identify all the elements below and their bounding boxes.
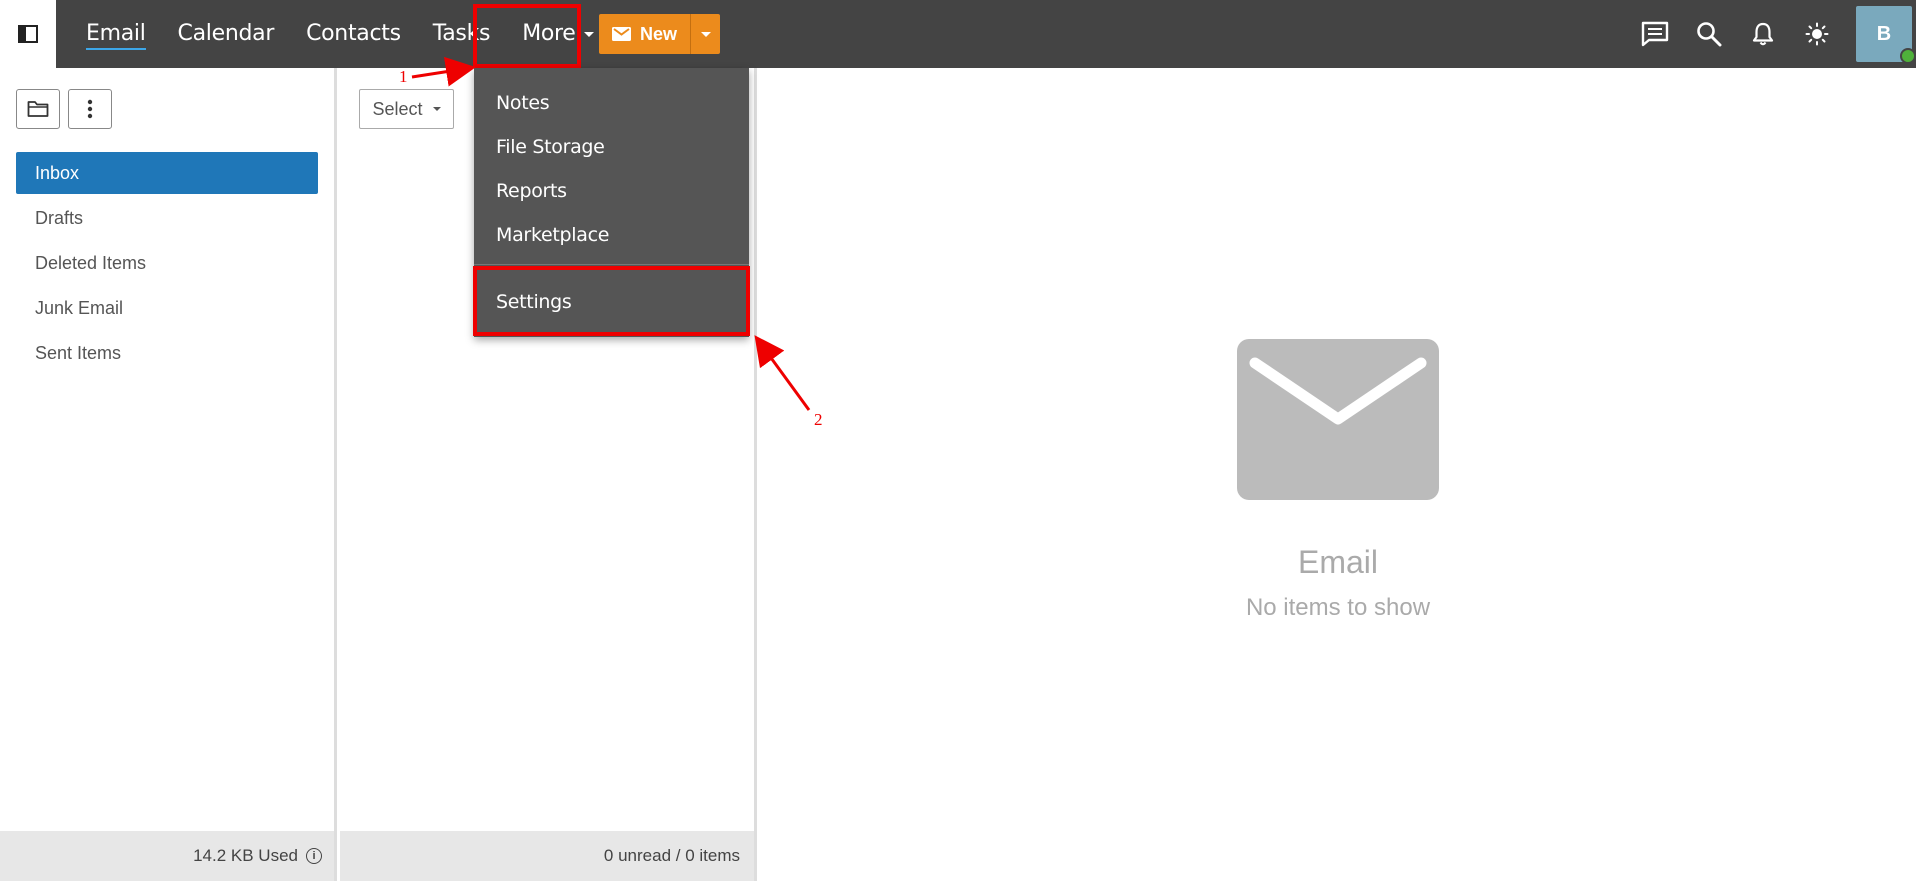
theme-toggle-button[interactable] bbox=[1790, 0, 1844, 68]
user-avatar[interactable]: B bbox=[1856, 6, 1916, 64]
sidebar-toggle-button[interactable] bbox=[0, 0, 56, 68]
folder-view-button[interactable] bbox=[16, 89, 60, 129]
folder-icon bbox=[27, 101, 49, 117]
nav-contacts[interactable]: Contacts bbox=[290, 0, 417, 68]
menu-item-marketplace[interactable]: Marketplace bbox=[496, 224, 609, 246]
annotation-arrow-2 bbox=[754, 335, 811, 411]
search-icon bbox=[1697, 22, 1722, 47]
new-options-button[interactable] bbox=[690, 14, 720, 54]
folder-drafts[interactable]: Drafts bbox=[16, 197, 318, 239]
nav-tasks[interactable]: Tasks bbox=[417, 0, 506, 68]
folder-sent-items[interactable]: Sent Items bbox=[16, 332, 318, 374]
select-dropdown[interactable]: Select bbox=[359, 89, 454, 129]
chevron-down-icon bbox=[700, 31, 711, 37]
envelope-icon bbox=[611, 27, 631, 41]
menu-item-file-storage[interactable]: File Storage bbox=[496, 136, 605, 158]
menu-item-settings[interactable]: Settings bbox=[496, 291, 572, 313]
new-email-button[interactable]: New bbox=[599, 14, 690, 54]
folder-junk-email[interactable]: Junk Email bbox=[16, 287, 318, 329]
empty-state-title: Email bbox=[1297, 544, 1378, 580]
notifications-button[interactable] bbox=[1736, 0, 1790, 68]
more-dropdown-menu: Notes File Storage Reports Marketplace S… bbox=[474, 68, 749, 337]
message-count-footer: 0 unread / 0 items bbox=[340, 831, 754, 881]
menu-divider bbox=[474, 264, 749, 265]
chevron-down-icon bbox=[432, 107, 441, 111]
bell-icon bbox=[1752, 22, 1774, 46]
new-button-group: New bbox=[599, 14, 720, 54]
top-right-icons: B bbox=[1628, 0, 1916, 68]
sun-icon bbox=[1805, 22, 1829, 46]
folder-deleted-items[interactable]: Deleted Items bbox=[16, 242, 318, 284]
menu-item-reports[interactable]: Reports bbox=[496, 180, 567, 202]
nav-email[interactable]: Email bbox=[70, 0, 162, 68]
presence-indicator bbox=[1900, 48, 1916, 64]
folder-list: Inbox Drafts Deleted Items Junk Email Se… bbox=[16, 152, 318, 377]
unread-count-text: 0 unread / 0 items bbox=[603, 846, 740, 865]
select-label: Select bbox=[372, 98, 423, 119]
empty-envelope-icon bbox=[1237, 339, 1439, 500]
folder-options-button[interactable] bbox=[68, 89, 112, 129]
nav-more-menu[interactable]: More bbox=[506, 0, 609, 68]
sidebar-toggle-icon bbox=[18, 25, 38, 43]
folder-pane: Inbox Drafts Deleted Items Junk Email Se… bbox=[0, 68, 337, 881]
top-bar: Email Calendar Contacts Tasks More New B bbox=[0, 0, 1916, 68]
chat-icon bbox=[1641, 21, 1669, 47]
chat-button[interactable] bbox=[1628, 0, 1682, 68]
search-button[interactable] bbox=[1682, 0, 1736, 68]
menu-item-notes[interactable]: Notes bbox=[496, 92, 550, 114]
storage-used-text: 14.2 KB Used bbox=[193, 846, 298, 865]
folder-inbox[interactable]: Inbox bbox=[16, 152, 318, 194]
annotation-number-1: 1 bbox=[399, 67, 408, 86]
nav-more-label: More bbox=[522, 21, 576, 46]
annotation-number-2: 2 bbox=[814, 410, 823, 429]
new-button-label: New bbox=[639, 23, 677, 44]
empty-state-subtitle: No items to show bbox=[1245, 594, 1431, 621]
chevron-down-icon bbox=[583, 31, 594, 37]
more-vertical-icon bbox=[87, 99, 93, 119]
main-nav: Email Calendar Contacts Tasks More bbox=[70, 0, 610, 68]
info-icon[interactable]: i bbox=[306, 848, 322, 864]
storage-footer: 14.2 KB Used i bbox=[0, 831, 334, 881]
nav-calendar[interactable]: Calendar bbox=[162, 0, 291, 68]
avatar-initial: B bbox=[1876, 22, 1892, 45]
